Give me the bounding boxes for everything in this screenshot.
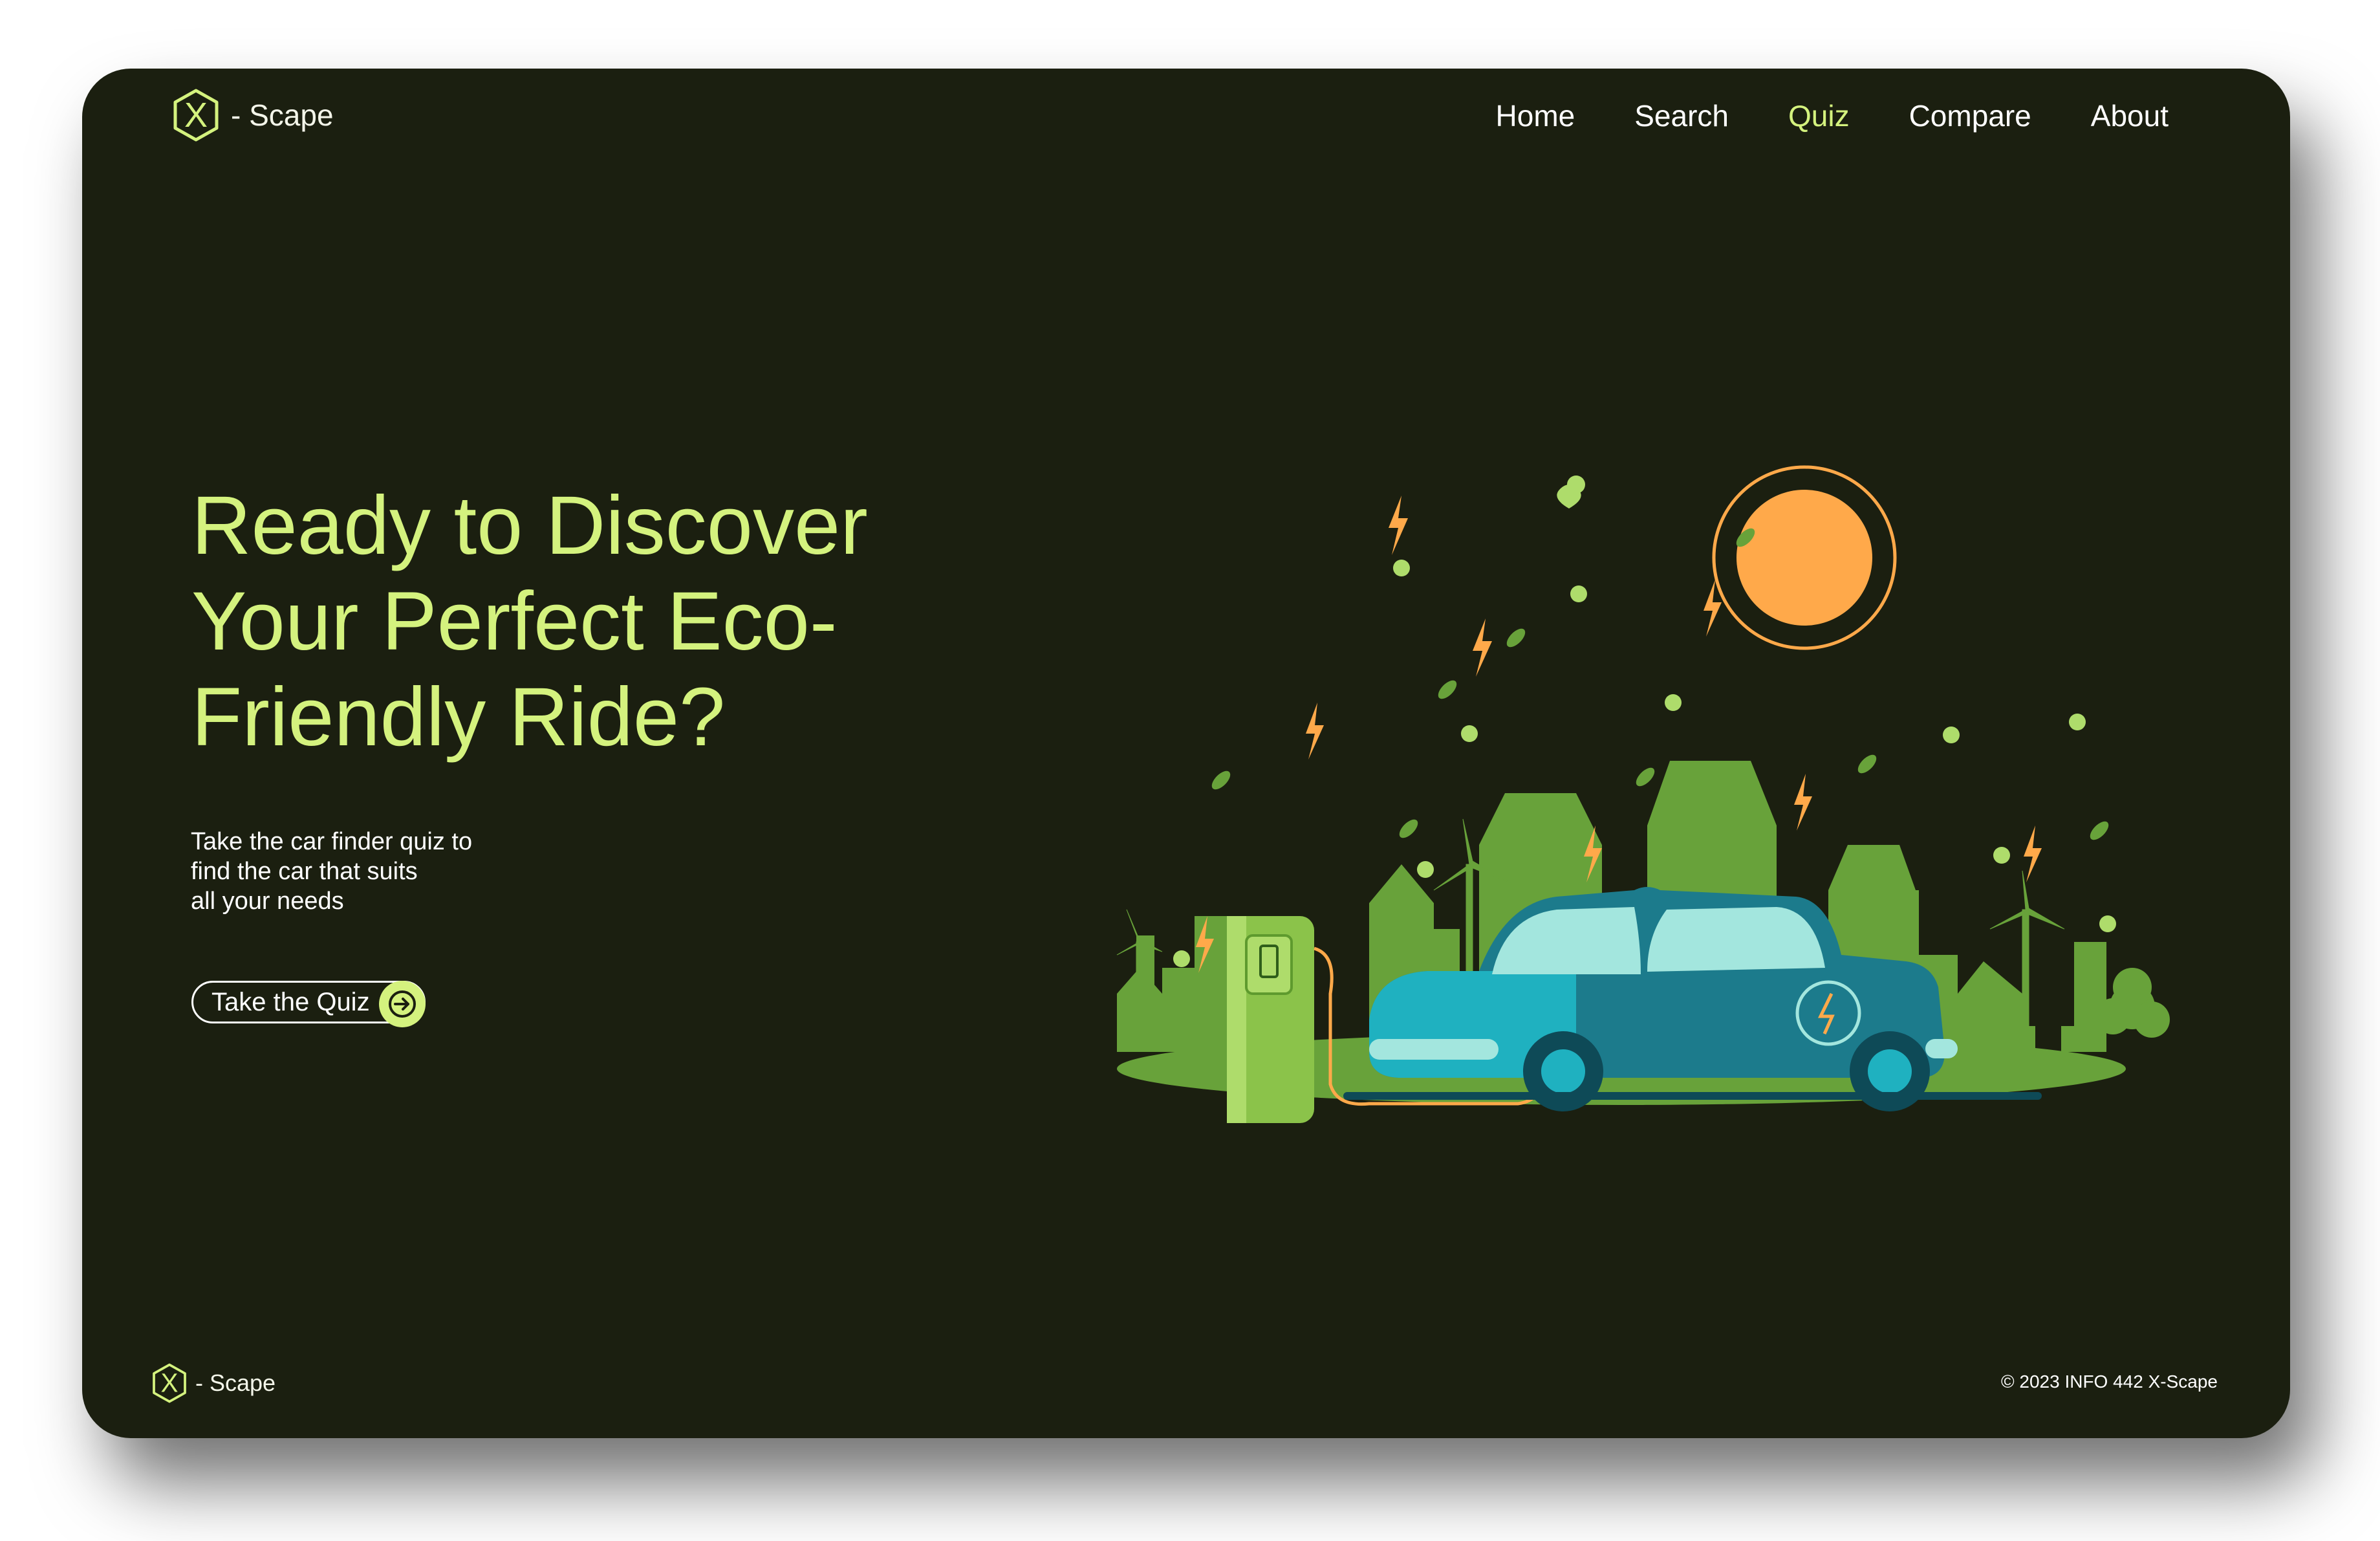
hero-subtitle-line: find the car that suits: [191, 858, 418, 885]
logo-text: - Scape: [231, 98, 334, 132]
app-window: X - Scape Home Search Quiz Compare About…: [82, 69, 2290, 1438]
nav-quiz[interactable]: Quiz: [1788, 98, 1850, 134]
header-logo[interactable]: X - Scape: [170, 88, 334, 142]
main-nav: Home Search Quiz Compare About: [1496, 98, 2169, 134]
footer-logo-text: - Scape: [195, 1370, 276, 1396]
take-quiz-button[interactable]: Take the Quiz: [191, 981, 426, 1027]
footer-copyright: © 2023 INFO 442 X-Scape: [2000, 1372, 2218, 1392]
hero-title-line: Your Perfect Eco-: [191, 575, 838, 668]
hero-subtitle-line: all your needs: [191, 888, 344, 915]
hero-title-line: Friendly Ride?: [191, 671, 726, 763]
svg-text:X: X: [160, 1368, 178, 1398]
hero-subtitle-line: Take the car finder quiz to: [191, 828, 473, 855]
x-scape-logo-icon: X: [153, 1363, 186, 1403]
arrow-right-icon: [379, 981, 426, 1027]
take-quiz-label: Take the Quiz: [211, 987, 370, 1016]
nav-compare[interactable]: Compare: [1909, 98, 2031, 134]
hero-title: Ready to Discover Your Perfect Eco- Frie…: [191, 478, 935, 765]
x-scape-logo-icon: X: [173, 89, 219, 142]
nav-about[interactable]: About: [2091, 98, 2169, 134]
footer-logo[interactable]: X - Scape: [150, 1362, 276, 1404]
nav-home[interactable]: Home: [1496, 98, 1575, 134]
nav-search[interactable]: Search: [1634, 98, 1729, 134]
eco-car-illustration: [1116, 465, 2170, 1123]
sun-icon: [1712, 465, 1897, 650]
hero-subtitle: Take the car finder quiz to find the car…: [191, 827, 579, 916]
svg-text:X: X: [184, 96, 208, 135]
hero-title-line: Ready to Discover: [191, 479, 868, 572]
